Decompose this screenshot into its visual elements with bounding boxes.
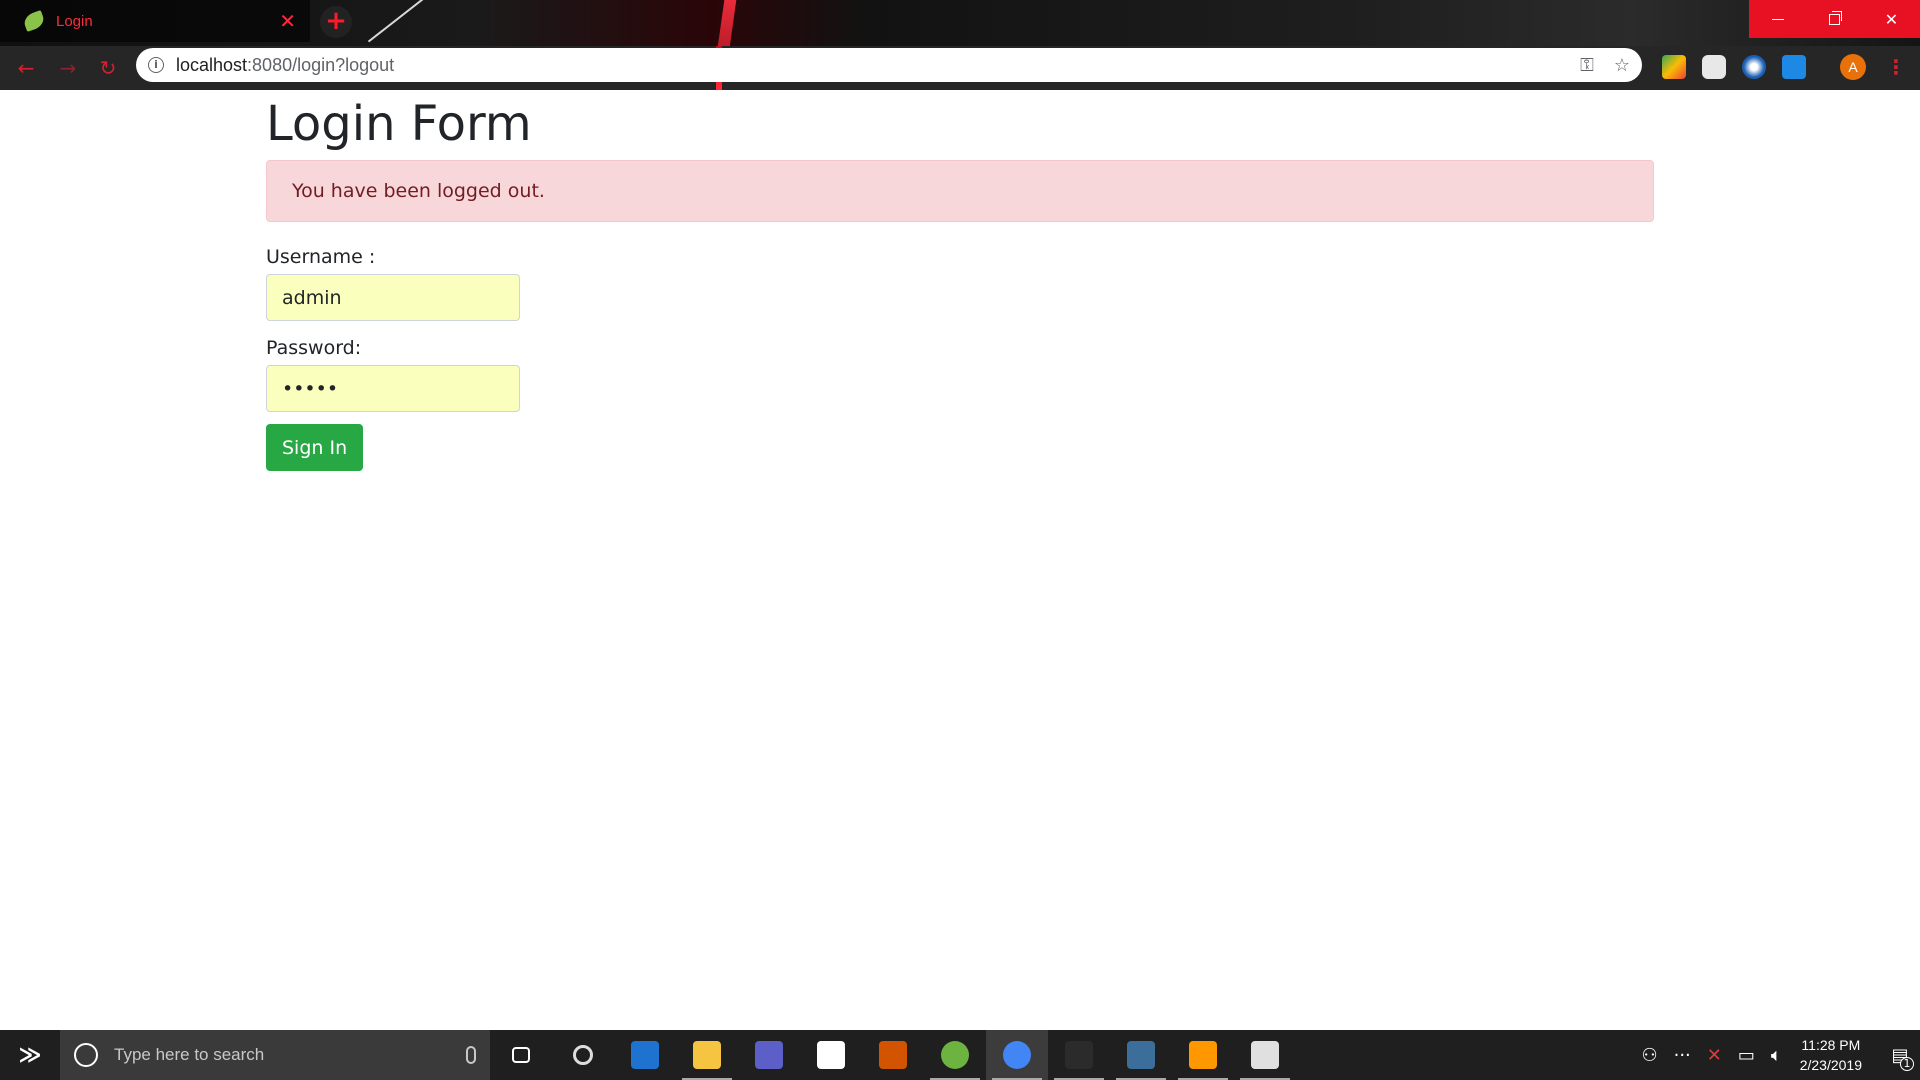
task-view-icon [512, 1047, 530, 1063]
web-page: Login Form You have been logged out. Use… [0, 90, 1920, 1030]
login-container: Login Form You have been logged out. Use… [266, 90, 1654, 471]
key-icon[interactable]: ⚿ [1580, 55, 1594, 76]
overflow-icon[interactable]: ··· [1674, 1045, 1691, 1066]
taskbar-app-sublime-like[interactable] [862, 1030, 924, 1080]
sign-in-button[interactable]: Sign In [266, 424, 364, 471]
url-host: localhost [176, 54, 248, 75]
taskbar-app-chrome[interactable] [986, 1030, 1048, 1080]
logout-alert: You have been logged out. [266, 160, 1654, 222]
start-icon[interactable]: ≫ [0, 1030, 60, 1080]
taskbar-app-file-explorer[interactable] [676, 1030, 738, 1080]
microphone-icon[interactable] [466, 1046, 476, 1064]
store-icon [817, 1041, 845, 1069]
paint-icon [1251, 1041, 1279, 1069]
spring-leaf-icon [21, 10, 47, 32]
restore-icon [1829, 10, 1842, 25]
taskbar-app-sublime-text[interactable] [1172, 1030, 1234, 1080]
taskbar-app-mysql-workbench[interactable] [1110, 1030, 1172, 1080]
taskbar-clock[interactable]: 11:28 PM 2/23/2019 [1800, 1035, 1862, 1075]
network-error-icon[interactable]: ✕ [1707, 1045, 1722, 1066]
password-label: Password: [266, 337, 362, 359]
battery-icon[interactable]: ▭ [1738, 1045, 1755, 1066]
extension-send-icon[interactable] [1782, 55, 1806, 79]
extension-globe-icon[interactable] [1742, 55, 1766, 79]
windows-taskbar: ≫ Type here to search ⚇ ··· ✕ ▭ 🔈︎ 11:28… [0, 1030, 1920, 1080]
star-icon[interactable]: ☆ [1614, 55, 1630, 76]
tab-close-icon[interactable]: ✕ [279, 11, 296, 31]
taskbar-app-teams-like[interactable] [738, 1030, 800, 1080]
sublime-like-icon [879, 1041, 907, 1069]
taskbar-app-search[interactable] [552, 1030, 614, 1080]
close-icon: ✕ [1884, 9, 1899, 29]
mysql-cli-icon [1065, 1041, 1093, 1069]
volume-icon[interactable]: 🔈︎ [1771, 1045, 1782, 1066]
edge-icon [631, 1041, 659, 1069]
password-group: Password: [266, 337, 1654, 412]
profile-avatar[interactable]: A [1840, 54, 1866, 80]
tab-title: Login [56, 12, 93, 30]
url-text[interactable]: localhost:8080/login?logout [176, 55, 1560, 76]
teams-like-icon [755, 1041, 783, 1069]
minimize-button[interactable] [1749, 0, 1806, 38]
pinned-apps [490, 1030, 1296, 1080]
back-arrow-icon[interactable]: ← [12, 54, 40, 82]
extension-icon[interactable] [1662, 55, 1686, 79]
url-path: :8080/login?logout [247, 54, 395, 75]
notification-count: 1 [1900, 1057, 1914, 1071]
search-icon [573, 1045, 593, 1065]
sublime-text-icon [1189, 1041, 1217, 1069]
taskbar-app-paint[interactable] [1234, 1030, 1296, 1080]
system-tray: ⚇ ··· ✕ ▭ 🔈︎ 11:28 PM 2/23/2019 ▤ 1 [1633, 1030, 1920, 1080]
theme-decoration-line [367, 0, 433, 43]
browser-tab[interactable]: Login ✕ [0, 0, 310, 42]
chrome-icon [1003, 1041, 1031, 1069]
address-bar[interactable]: i localhost:8080/login?logout ⚿ ☆ [136, 48, 1642, 82]
site-info-icon[interactable]: i [148, 57, 164, 73]
browser-toolbar: ← → ↻ i localhost:8080/login?logout ⚿ ☆ … [0, 46, 1920, 90]
clock-time: 11:28 PM [1801, 1037, 1861, 1053]
people-icon[interactable]: ⚇ [1641, 1045, 1657, 1066]
browser-titlebar: Login ✕ + ✕ [0, 0, 1920, 46]
taskbar-app-edge[interactable] [614, 1030, 676, 1080]
cortana-icon [74, 1043, 98, 1067]
notification-icon[interactable]: ▤ 1 [1880, 1030, 1920, 1080]
taskbar-app-store[interactable] [800, 1030, 862, 1080]
taskbar-app-task-view[interactable] [490, 1030, 552, 1080]
taskbar-app-mysql-cli[interactable] [1048, 1030, 1110, 1080]
mysql-workbench-icon [1127, 1041, 1155, 1069]
reload-icon[interactable]: ↻ [94, 54, 122, 82]
close-window-button[interactable]: ✕ [1863, 0, 1920, 38]
new-tab-button[interactable]: + [320, 6, 352, 38]
extension-cube-icon[interactable] [1702, 55, 1726, 79]
restore-button[interactable] [1806, 0, 1863, 38]
clock-date: 2/23/2019 [1799, 1057, 1862, 1073]
browser-menu-icon[interactable]: ⋮ [1886, 54, 1906, 80]
username-input[interactable] [266, 274, 520, 321]
file-explorer-icon [693, 1041, 721, 1069]
window-controls: ✕ [1749, 0, 1920, 38]
username-label: Username : [266, 246, 376, 268]
minimize-icon [1771, 18, 1784, 20]
spring-tool-icon [941, 1041, 969, 1069]
search-placeholder: Type here to search [114, 1045, 265, 1064]
password-input[interactable] [266, 365, 520, 412]
page-title: Login Form [266, 96, 532, 152]
theme-decoration [711, 0, 737, 46]
taskbar-app-spring-tool[interactable] [924, 1030, 986, 1080]
forward-arrow-icon[interactable]: → [54, 54, 82, 82]
username-group: Username : [266, 246, 1654, 321]
taskbar-search[interactable]: Type here to search [60, 1030, 490, 1080]
